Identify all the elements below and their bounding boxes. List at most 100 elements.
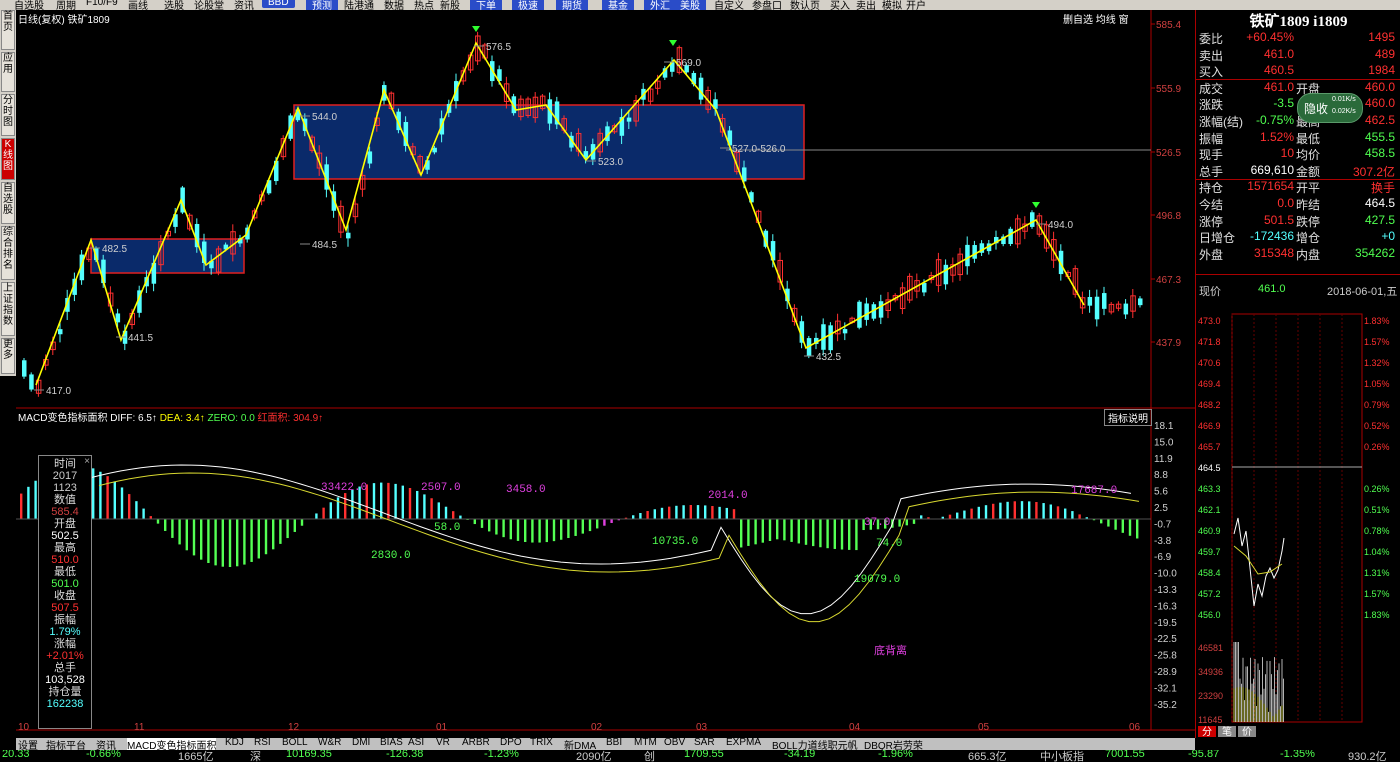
status-value: 创 — [644, 751, 655, 762]
macd-area-label: 33422.0 — [321, 482, 367, 494]
candle-body — [22, 360, 27, 377]
macd-bar — [329, 502, 332, 519]
status-value: 20.33 — [2, 750, 30, 760]
top-menu-item[interactable]: 期货 — [556, 0, 588, 10]
macd-bar — [761, 519, 764, 543]
quote-label: 委比 — [1199, 32, 1224, 46]
minichart-pct-tick: 1.57% — [1364, 337, 1390, 347]
macd-tick: 2.5 — [1154, 503, 1168, 514]
minichart-pct-tick: 0.51% — [1364, 505, 1390, 515]
info-value: 510.0 — [51, 554, 79, 566]
top-menu-item[interactable]: 美股 — [674, 0, 706, 10]
price-annotation: 417.0 — [46, 386, 71, 397]
indicator-tab[interactable]: BOLL — [282, 738, 308, 748]
macd-tick: 5.6 — [1154, 487, 1168, 498]
top-menu-item[interactable]: 选股 — [164, 0, 184, 10]
top-menu-item[interactable]: 自定义 — [714, 0, 744, 10]
kline-chart-area[interactable]: 日线(复权) 铁矿1809 删自选 均线 窗 585.4 555.9 526.5 49… — [16, 10, 1195, 738]
sidebar-item[interactable]: 上证指数 — [1, 282, 15, 336]
top-menu-item[interactable]: 画线 — [128, 0, 148, 10]
indicator-tab[interactable]: MACD变色指标面积 — [127, 738, 217, 750]
macd-bar — [178, 519, 181, 545]
minichart-price-tick: 456.0 — [1198, 610, 1221, 620]
indicator-tab[interactable]: MTM — [634, 738, 657, 748]
indicator-tab[interactable]: TRIX — [530, 738, 553, 748]
top-menu-item[interactable]: 参盘口 — [752, 0, 782, 10]
sidebar-item[interactable]: 首页 — [1, 10, 15, 50]
indicator-tab[interactable]: ARBR — [462, 738, 490, 748]
macd-bar — [768, 519, 772, 541]
top-menu-item[interactable]: 热点 — [414, 0, 434, 10]
speed-badge-up: 0.01K/s — [1332, 96, 1356, 103]
indicator-tab[interactable]: 指标平台 — [46, 738, 86, 750]
top-menu-item[interactable]: F10/F9 — [86, 0, 118, 8]
quote-value: 455.5 — [1364, 129, 1395, 144]
indicator-tab[interactable]: 新DMA — [564, 738, 596, 750]
price-tick: 555.9 — [1156, 84, 1181, 95]
minichart-price-tick: 464.5 — [1198, 463, 1221, 473]
macd-bar — [99, 471, 102, 519]
top-menu-item[interactable]: 预测 — [306, 0, 338, 10]
candle-body — [346, 232, 351, 239]
indicator-tab[interactable]: KDJ — [225, 738, 244, 748]
macd-bar — [1020, 501, 1024, 519]
macd-bar — [1056, 506, 1060, 519]
intraday-minichart[interactable]: 473.0 1.83% 471.8 1.57% 470.6 1.32% 469.4 1.05%… — [1196, 306, 1400, 738]
top-menu-item[interactable]: 陆港通 — [344, 0, 374, 10]
top-menu-item[interactable]: 论股堂 — [194, 0, 224, 10]
info-value: 507.5 — [51, 602, 79, 614]
macd-bar — [1064, 508, 1067, 519]
indicator-tab[interactable]: RSI — [254, 738, 271, 748]
indicator-tab[interactable]: BIAS — [380, 738, 403, 748]
macd-tick: -6.9 — [1154, 552, 1172, 563]
indicator-tab[interactable]: BBI — [606, 738, 622, 748]
sidebar-item[interactable]: 更多 — [1, 338, 15, 374]
top-menu-item[interactable]: 开户 — [906, 0, 926, 10]
indicator-tab[interactable]: 资讯 — [96, 738, 116, 750]
sidebar-item[interactable]: K线图 — [1, 138, 15, 180]
top-menu-item[interactable]: 数据 — [384, 0, 404, 10]
close-icon[interactable]: × — [84, 456, 90, 467]
top-menu-item[interactable]: 基金 — [602, 0, 634, 10]
top-menu-item[interactable]: 新股 — [440, 0, 460, 10]
indicator-tab[interactable]: BOLL力道线职元帆 — [772, 738, 858, 750]
top-menu-item[interactable]: 下单 — [470, 0, 502, 10]
sidebar-item[interactable]: 应用 — [1, 52, 15, 92]
zigzag-line — [35, 41, 1085, 386]
top-menu-item[interactable]: BBD — [262, 0, 295, 8]
top-menu-item[interactable]: 模拟 — [882, 0, 902, 10]
now-value: 461.0 — [1258, 283, 1286, 295]
status-value: 930.2亿 — [1348, 751, 1387, 762]
indicator-help-button[interactable]: 指标说明 — [1104, 409, 1152, 426]
indicator-tab[interactable]: SAR — [694, 738, 715, 748]
top-menu-item[interactable]: 买入 — [830, 0, 850, 10]
indicator-tab[interactable]: EXPMA — [726, 738, 761, 748]
top-menu-item[interactable]: 外汇 — [644, 0, 676, 10]
top-menu-item[interactable]: 周期 — [56, 0, 76, 10]
month-label: 11 — [134, 722, 145, 733]
macd-bar — [610, 519, 613, 523]
speed-badge[interactable]: 隐收 0.01K/s 0.02K/s — [1297, 93, 1363, 123]
indicator-tab[interactable]: VR — [436, 738, 450, 748]
indicator-tab[interactable]: OBV — [664, 738, 685, 748]
sidebar-item[interactable]: 综合排名 — [1, 226, 15, 280]
macd-bar — [711, 506, 714, 519]
top-menu-item[interactable]: 极速 — [512, 0, 544, 10]
top-menu-item[interactable]: 自选股 — [14, 0, 44, 10]
indicator-tab[interactable]: ASI — [408, 738, 424, 748]
sidebar-item[interactable]: 自选股 — [1, 182, 15, 224]
quote-value: 461.0 — [1263, 46, 1294, 61]
indicator-tab[interactable]: DPO — [500, 738, 522, 748]
top-menu-item[interactable]: 卖出 — [856, 0, 876, 10]
sidebar-item[interactable]: 分时图 — [1, 94, 15, 136]
status-value: -126.38 — [386, 750, 424, 760]
indicator-tab[interactable]: W&R — [318, 738, 341, 748]
price-tick: 496.8 — [1156, 211, 1181, 222]
indicator-tab[interactable]: DMI — [352, 738, 370, 748]
top-menu-item[interactable]: 数认页 — [790, 0, 820, 10]
top-menu-item[interactable]: 资讯 — [234, 0, 254, 10]
indicator-tab[interactable]: DBQR岩劳荣 — [864, 738, 923, 750]
status-value: -1.23% — [484, 750, 519, 760]
month-label: 12 — [288, 722, 300, 733]
indicator-tab[interactable]: 设置 — [18, 738, 38, 750]
